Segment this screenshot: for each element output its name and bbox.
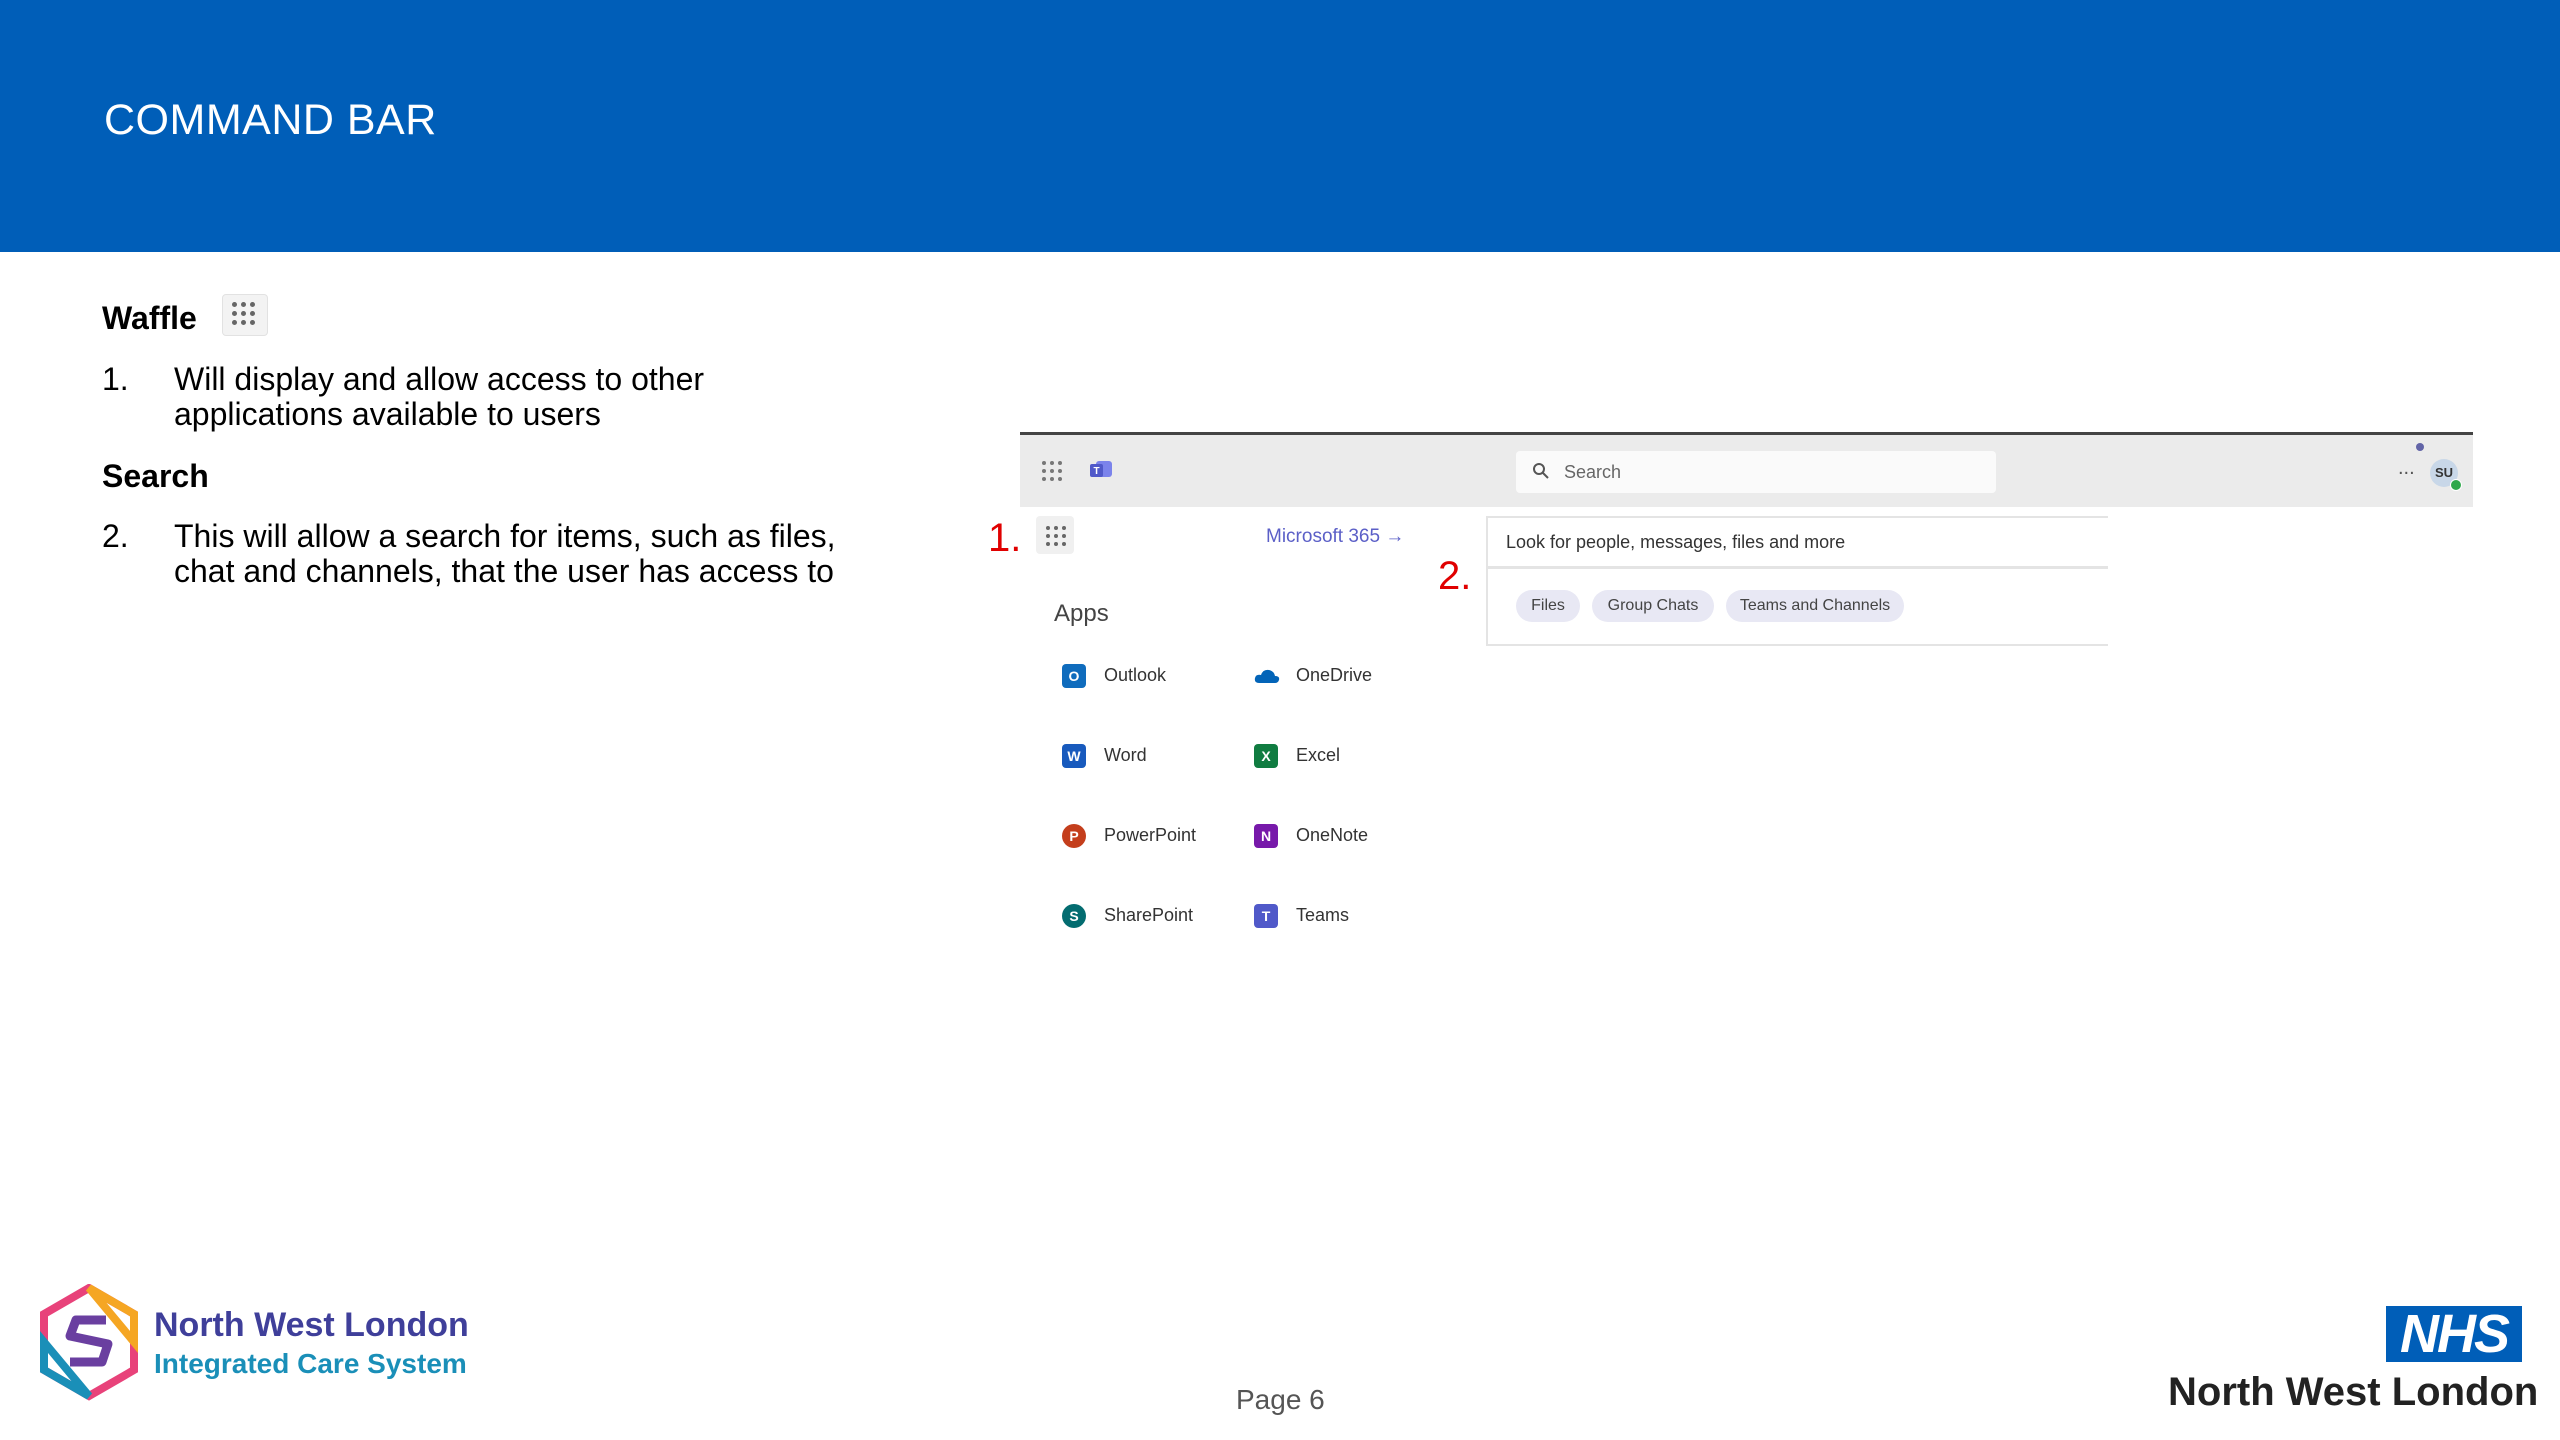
chip-teams-and-channels[interactable]: Teams and Channels [1726, 590, 1904, 622]
nhs-region-label: North West London [2168, 1370, 2539, 1414]
app-excel[interactable]: X Excel [1254, 742, 1444, 772]
teams-logo-icon: T [1090, 461, 1112, 477]
outlook-icon: O [1062, 664, 1086, 688]
ics-logo [40, 1284, 138, 1401]
chip-files[interactable]: Files [1516, 590, 1580, 622]
ics-subtitle: Integrated Care System [154, 1348, 467, 1379]
list-item-search: 2. This will allow a search for items, s… [102, 519, 862, 599]
app-teams[interactable]: T Teams [1254, 902, 1444, 932]
app-label: PowerPoint [1104, 825, 1197, 845]
presence-status-icon [2450, 479, 2462, 491]
waffle-icon[interactable] [1042, 461, 1062, 481]
teams-screenshot: T Search ... SU 1. Microsoft 365 → Apps … [988, 432, 2473, 992]
search-placeholder: Search [1564, 462, 1622, 482]
item-number: 2. [102, 518, 129, 554]
app-label: Outlook [1104, 665, 1167, 685]
search-heading: Search [102, 458, 209, 494]
search-panel-prompt: Look for people, messages, files and mor… [1506, 532, 1846, 552]
microsoft-365-link[interactable]: Microsoft 365 → [1266, 526, 1404, 548]
marker-2: 2. [1438, 554, 1472, 598]
waffle-icon [222, 294, 268, 336]
sharepoint-icon: S [1062, 904, 1086, 928]
marker-1: 1. [988, 516, 1022, 560]
app-label: OneDrive [1296, 665, 1373, 685]
header-band: COMMAND BAR [0, 0, 2560, 252]
powerpoint-icon: P [1062, 824, 1086, 848]
notification-dot [2416, 443, 2424, 451]
app-word[interactable]: W Word [1062, 742, 1252, 772]
page-title: COMMAND BAR [104, 96, 437, 144]
nhs-logo: NHS [2386, 1306, 2522, 1362]
app-onenote[interactable]: N OneNote [1254, 822, 1444, 852]
app-label: Teams [1296, 905, 1350, 925]
search-panel-input[interactable]: Look for people, messages, files and mor… [1488, 518, 2108, 569]
app-onedrive[interactable]: OneDrive [1254, 662, 1444, 692]
app-label: Excel [1296, 745, 1341, 765]
waffle-icon[interactable] [1036, 516, 1074, 554]
teams-command-bar: T Search ... SU [1020, 432, 2473, 507]
svg-text:T: T [1093, 466, 1099, 477]
item-number: 1. [102, 361, 129, 397]
app-label: OneNote [1296, 825, 1369, 845]
onenote-icon: N [1254, 824, 1278, 848]
more-options-icon[interactable]: ... [2398, 457, 2415, 480]
excel-icon: X [1254, 744, 1278, 768]
word-icon: W [1062, 744, 1086, 768]
app-powerpoint[interactable]: P PowerPoint [1062, 822, 1252, 852]
page-number: Page 6 [1236, 1384, 1325, 1415]
app-label: Word [1104, 745, 1147, 765]
search-dropdown-panel: Look for people, messages, files and mor… [1486, 516, 2108, 646]
apps-title: Apps [1054, 600, 1109, 627]
app-label: SharePoint [1104, 905, 1194, 925]
list-item-waffle: 1. Will display and allow access to othe… [102, 362, 862, 442]
search-icon [1533, 463, 1549, 479]
waffle-heading: Waffle [102, 300, 197, 336]
item-text: Will display and allow access to other a… [174, 361, 705, 432]
app-outlook[interactable]: O Outlook [1062, 662, 1252, 692]
search-input[interactable]: Search [1516, 451, 1996, 493]
onedrive-icon [1254, 669, 1280, 683]
ics-name: North West London [154, 1306, 469, 1344]
teams-icon: T [1254, 904, 1278, 928]
app-sharepoint[interactable]: S SharePoint [1062, 902, 1252, 932]
item-text: This will allow a search for items, such… [174, 518, 836, 589]
chip-group-chats[interactable]: Group Chats [1592, 590, 1714, 622]
